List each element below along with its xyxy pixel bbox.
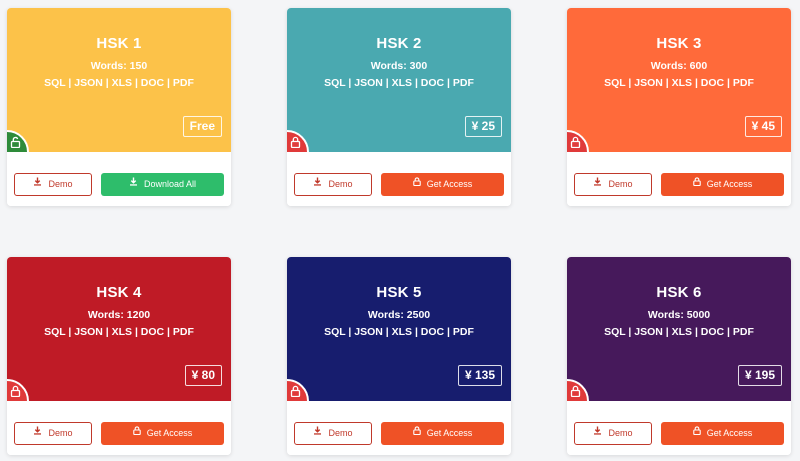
card-actions: Demo Get Access [287,401,511,455]
price-tag: ¥ 80 [184,365,222,386]
card-hsk-3: HSK 3 Words: 600 SQL | JSON | XLS | DOC … [567,8,791,206]
card-hsk-6: HSK 6 Words: 5000 SQL | JSON | XLS | DOC… [567,257,791,455]
get-access-button[interactable]: Get Access [661,173,784,196]
demo-button[interactable]: Demo [574,173,652,196]
demo-button-label: Demo [608,428,633,438]
download-icon [593,173,602,194]
demo-button-label: Demo [48,428,73,438]
action-button-label: Download All [143,179,197,189]
get-access-button[interactable]: Get Access [101,422,224,445]
get-access-button[interactable]: Get Access [381,422,504,445]
card-actions: Demo Download All [7,152,231,206]
price-tag: ¥ 25 [464,116,502,137]
price-tag: ¥ 45 [744,116,782,137]
card-header: HSK 2 Words: 300 SQL | JSON | XLS | DOC … [287,8,511,174]
card-hsk-4: HSK 4 Words: 1200 SQL | JSON | XLS | DOC… [7,257,231,455]
action-button-label: Get Access [146,428,193,438]
download-icon [129,172,138,195]
download-all-button[interactable]: Download All [101,173,224,196]
word-count: Words: 1200 [87,309,151,321]
word-count: Words: 2500 [367,309,431,321]
formats-list: SQL | JSON | XLS | DOC | PDF [604,77,754,89]
demo-button[interactable]: Demo [14,422,92,445]
lock-icon [132,421,141,444]
demo-button[interactable]: Demo [294,173,372,196]
demo-button[interactable]: Demo [574,422,652,445]
card-actions: Demo Get Access [7,401,231,455]
word-count: Words: 300 [370,60,428,72]
download-icon [313,173,322,194]
card-title: HSK 3 [656,35,702,52]
card-header: HSK 5 Words: 2500 SQL | JSON | XLS | DOC… [287,257,511,423]
price-tag: ¥ 135 [457,365,502,386]
card-header: HSK 4 Words: 1200 SQL | JSON | XLS | DOC… [7,257,231,423]
formats-list: SQL | JSON | XLS | DOC | PDF [324,77,474,89]
lock-icon [692,421,701,444]
download-icon [33,173,42,194]
card-hsk-5: HSK 5 Words: 2500 SQL | JSON | XLS | DOC… [287,257,511,455]
word-count: Words: 150 [90,60,148,72]
card-title: HSK 5 [376,284,422,301]
card-title: HSK 4 [96,284,142,301]
action-button-label: Get Access [426,179,473,189]
demo-button-label: Demo [608,179,633,189]
action-button-label: Get Access [426,428,473,438]
card-title: HSK 6 [656,284,702,301]
price-tag: ¥ 195 [737,365,782,386]
card-title: HSK 2 [376,35,422,52]
download-icon [33,422,42,443]
demo-button[interactable]: Demo [14,173,92,196]
download-icon [313,422,322,443]
action-button-label: Get Access [706,179,753,189]
formats-list: SQL | JSON | XLS | DOC | PDF [324,326,474,338]
demo-button[interactable]: Demo [294,422,372,445]
card-header: HSK 6 Words: 5000 SQL | JSON | XLS | DOC… [567,257,791,423]
demo-button-label: Demo [328,428,353,438]
demo-button-label: Demo [48,179,73,189]
lock-icon [692,172,701,195]
word-count: Words: 600 [650,60,708,72]
get-access-button[interactable]: Get Access [661,422,784,445]
lock-icon [412,421,421,444]
card-actions: Demo Get Access [567,401,791,455]
formats-list: SQL | JSON | XLS | DOC | PDF [604,326,754,338]
card-header: HSK 3 Words: 600 SQL | JSON | XLS | DOC … [567,8,791,174]
download-icon [593,422,602,443]
word-count: Words: 5000 [647,309,711,321]
action-button-label: Get Access [706,428,753,438]
card-actions: Demo Get Access [567,152,791,206]
price-tag: Free [182,116,222,137]
formats-list: SQL | JSON | XLS | DOC | PDF [44,77,194,89]
card-hsk-1: HSK 1 Words: 150 SQL | JSON | XLS | DOC … [7,8,231,206]
formats-list: SQL | JSON | XLS | DOC | PDF [44,326,194,338]
card-hsk-2: HSK 2 Words: 300 SQL | JSON | XLS | DOC … [287,8,511,206]
get-access-button[interactable]: Get Access [381,173,504,196]
lock-icon [412,172,421,195]
card-title: HSK 1 [96,35,142,52]
demo-button-label: Demo [328,179,353,189]
card-header: HSK 1 Words: 150 SQL | JSON | XLS | DOC … [7,8,231,174]
card-actions: Demo Get Access [287,152,511,206]
